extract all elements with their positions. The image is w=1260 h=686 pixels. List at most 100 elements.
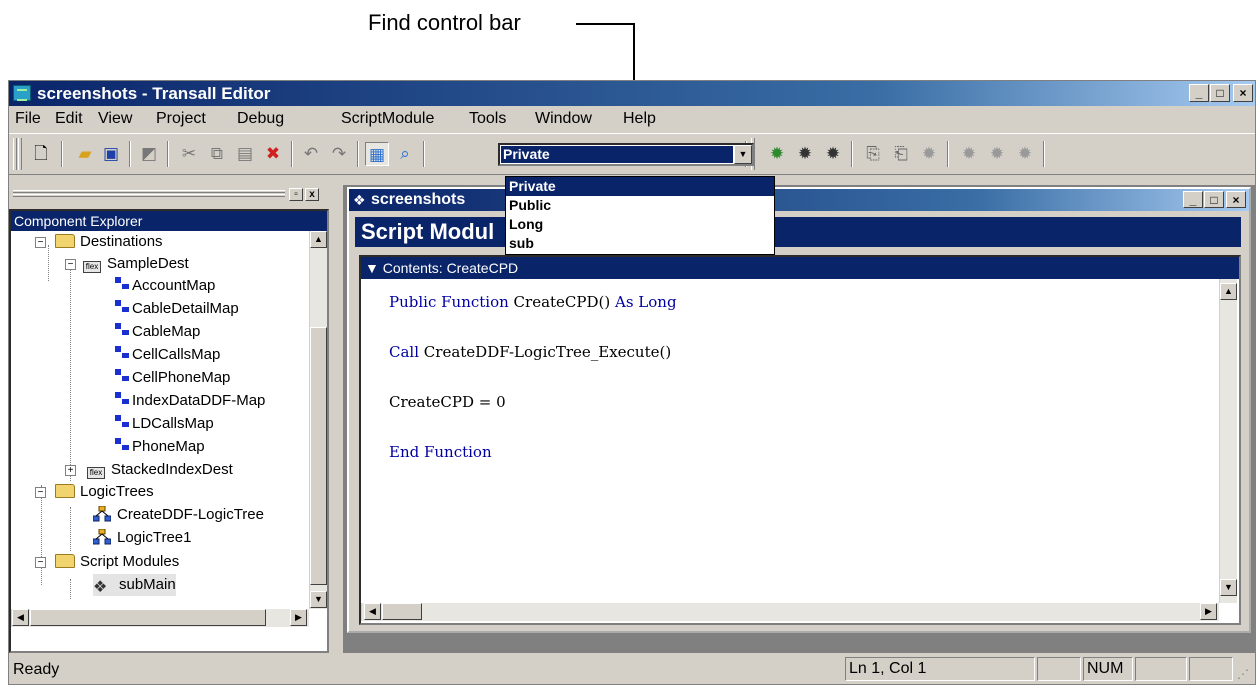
tree-node-map[interactable]: CableMap bbox=[115, 321, 200, 343]
undo-icon[interactable]: ↶ bbox=[299, 142, 323, 166]
reset-bug-icon[interactable]: ✹ bbox=[1013, 142, 1037, 166]
collapse-icon[interactable]: − bbox=[35, 487, 46, 498]
tree-vertical-scrollbar[interactable]: ▲ ▼ bbox=[309, 231, 327, 609]
watch-bug-icon[interactable]: ✹ bbox=[917, 142, 941, 166]
explorer-toggle-icon[interactable]: ▦ bbox=[365, 142, 389, 166]
tree-node-stackedindexdest[interactable]: + flex StackedIndexDest bbox=[65, 459, 233, 481]
code-line[interactable]: Call CreateDDF-LogicTree_Execute() bbox=[389, 343, 671, 361]
maximize-button[interactable]: □ bbox=[1210, 84, 1230, 102]
scroll-left-icon[interactable]: ◀ bbox=[12, 609, 29, 626]
code-editor[interactable]: ▼ Contents: CreateCPD Public Function Cr… bbox=[359, 255, 1241, 625]
resize-grip-icon[interactable]: ⋰ bbox=[1237, 667, 1249, 681]
app-window: screenshots - Transall Editor _ □ × File… bbox=[8, 80, 1256, 685]
editor-minimize-button[interactable]: _ bbox=[1183, 191, 1203, 208]
tree-node-map[interactable]: PhoneMap bbox=[115, 436, 205, 458]
tree-node-map[interactable]: IndexDataDDF-Map bbox=[115, 390, 265, 412]
menu-project[interactable]: Project bbox=[156, 110, 206, 128]
menu-edit[interactable]: Edit bbox=[55, 110, 83, 128]
redo-icon[interactable]: ↷ bbox=[327, 142, 351, 166]
editor-vertical-scrollbar[interactable]: ▲ ▼ bbox=[1219, 279, 1237, 603]
collapse-icon[interactable]: − bbox=[65, 259, 76, 270]
pane-restore-button[interactable]: ▫ bbox=[289, 188, 303, 201]
tree-node-map[interactable]: LDCallsMap bbox=[115, 413, 214, 435]
copy-icon[interactable]: ⧉ bbox=[205, 142, 229, 166]
tree-horizontal-scrollbar[interactable]: ◀ ▶ bbox=[11, 609, 309, 627]
component-icon[interactable]: ◩ bbox=[137, 142, 161, 166]
delete-icon[interactable]: ✖ bbox=[261, 142, 285, 166]
save-icon[interactable]: ▣ bbox=[99, 142, 123, 166]
minimize-button[interactable]: _ bbox=[1189, 84, 1209, 102]
stop-bug-icon[interactable]: ✹ bbox=[957, 142, 981, 166]
tree-node-logictree[interactable]: LogicTree1 bbox=[92, 527, 192, 549]
toolbar-separator bbox=[167, 141, 169, 167]
menu-debug[interactable]: Debug bbox=[237, 110, 284, 128]
dropdown-option-public[interactable]: Public bbox=[506, 196, 774, 215]
dropdown-option-sub[interactable]: sub bbox=[506, 234, 774, 253]
contents-bar[interactable]: ▼ Contents: CreateCPD bbox=[361, 257, 1239, 279]
tree-node-map[interactable]: AccountMap bbox=[115, 275, 215, 297]
chevron-down-icon[interactable]: ▼ bbox=[734, 145, 752, 164]
tree-node-submain[interactable]: ❖ subMain bbox=[93, 574, 176, 596]
tree-node-sampledest[interactable]: − flex SampleDest bbox=[65, 253, 189, 275]
pause-bug-icon[interactable]: ✹ bbox=[985, 142, 1009, 166]
pane-grip[interactable] bbox=[13, 190, 285, 193]
close-button[interactable]: × bbox=[1233, 84, 1253, 102]
editor-close-button[interactable]: × bbox=[1226, 191, 1246, 208]
tree-node-map[interactable]: CellPhoneMap bbox=[115, 367, 230, 389]
pane-close-icon[interactable]: x bbox=[305, 188, 319, 201]
scroll-up-icon[interactable]: ▲ bbox=[1220, 283, 1237, 300]
tree-node-scriptmodules[interactable]: − Script Modules bbox=[35, 551, 179, 573]
dropdown-option-long[interactable]: Long bbox=[506, 215, 774, 234]
find-icon[interactable]: ⌕ bbox=[393, 142, 417, 166]
tree-node-map[interactable]: CellCallsMap bbox=[115, 344, 220, 366]
find-control-value[interactable]: Private bbox=[501, 146, 733, 163]
editor-maximize-button[interactable]: □ bbox=[1204, 191, 1224, 208]
find-control-dropdown[interactable]: Private Public Long sub bbox=[505, 176, 775, 255]
scroll-down-icon[interactable]: ▼ bbox=[1220, 579, 1237, 596]
scroll-thumb[interactable] bbox=[310, 327, 327, 585]
mdi-area: ❖ screenshots _ □ × Script Modul ▼ Conte… bbox=[343, 185, 1255, 653]
scroll-right-icon[interactable]: ▶ bbox=[290, 609, 307, 626]
menu-window[interactable]: Window bbox=[535, 110, 592, 128]
step-bug-icon[interactable]: ✹ bbox=[793, 142, 817, 166]
tree-node-logictree[interactable]: CreateDDF-LogicTree bbox=[92, 504, 264, 526]
code-line[interactable]: End Function bbox=[389, 443, 492, 461]
open-folder-icon[interactable]: ▰ bbox=[73, 142, 97, 166]
menu-tools[interactable]: Tools bbox=[469, 110, 506, 128]
window-title: screenshots - Transall Editor bbox=[37, 84, 271, 103]
new-file-icon[interactable]: 🗋 bbox=[29, 142, 53, 166]
toolbar-grip[interactable] bbox=[13, 138, 17, 170]
find-control-combo[interactable]: Private ▼ bbox=[498, 143, 754, 166]
collapse-icon[interactable]: − bbox=[35, 237, 46, 248]
code-text: CreateDDF-LogicTree_Execute() bbox=[423, 343, 672, 361]
toolbar-grip[interactable] bbox=[18, 138, 22, 170]
collapse-icon[interactable]: − bbox=[35, 557, 46, 568]
menu-file[interactable]: File bbox=[15, 110, 41, 128]
pane-grip[interactable] bbox=[13, 194, 285, 197]
clear-breakpoints-icon[interactable]: ⎗ bbox=[889, 142, 913, 166]
editor-horizontal-scrollbar[interactable]: ◀ ▶ bbox=[361, 603, 1219, 621]
code-line[interactable]: CreateCPD = 0 bbox=[389, 393, 506, 411]
tree-node-logictrees[interactable]: − LogicTrees bbox=[35, 481, 154, 503]
menu-scriptmodule[interactable]: ScriptModule bbox=[341, 110, 434, 128]
dropdown-option-private[interactable]: Private bbox=[506, 177, 774, 196]
run-bug-icon[interactable]: ✹ bbox=[765, 142, 789, 166]
toolbar-separator bbox=[423, 141, 425, 167]
tree-node-map[interactable]: CableDetailMap bbox=[115, 298, 239, 320]
scroll-thumb[interactable] bbox=[30, 609, 266, 626]
scroll-up-icon[interactable]: ▲ bbox=[310, 231, 327, 248]
scroll-thumb[interactable] bbox=[382, 603, 422, 620]
toolbar-separator bbox=[357, 141, 359, 167]
code-line[interactable]: Public Function CreateCPD() As Long bbox=[389, 293, 677, 311]
scroll-down-icon[interactable]: ▼ bbox=[310, 591, 327, 608]
scroll-left-icon[interactable]: ◀ bbox=[364, 603, 381, 620]
cut-icon[interactable]: ✂ bbox=[177, 142, 201, 166]
paste-icon[interactable]: ▤ bbox=[233, 142, 257, 166]
breakpoint-icon[interactable]: ⎘ bbox=[861, 142, 885, 166]
tree-node-destinations[interactable]: − Destinations bbox=[35, 231, 163, 253]
step-over-bug-icon[interactable]: ✹ bbox=[821, 142, 845, 166]
expand-icon[interactable]: + bbox=[65, 465, 76, 476]
scroll-right-icon[interactable]: ▶ bbox=[1200, 603, 1217, 620]
menu-view[interactable]: View bbox=[98, 110, 132, 128]
menu-help[interactable]: Help bbox=[623, 110, 656, 128]
